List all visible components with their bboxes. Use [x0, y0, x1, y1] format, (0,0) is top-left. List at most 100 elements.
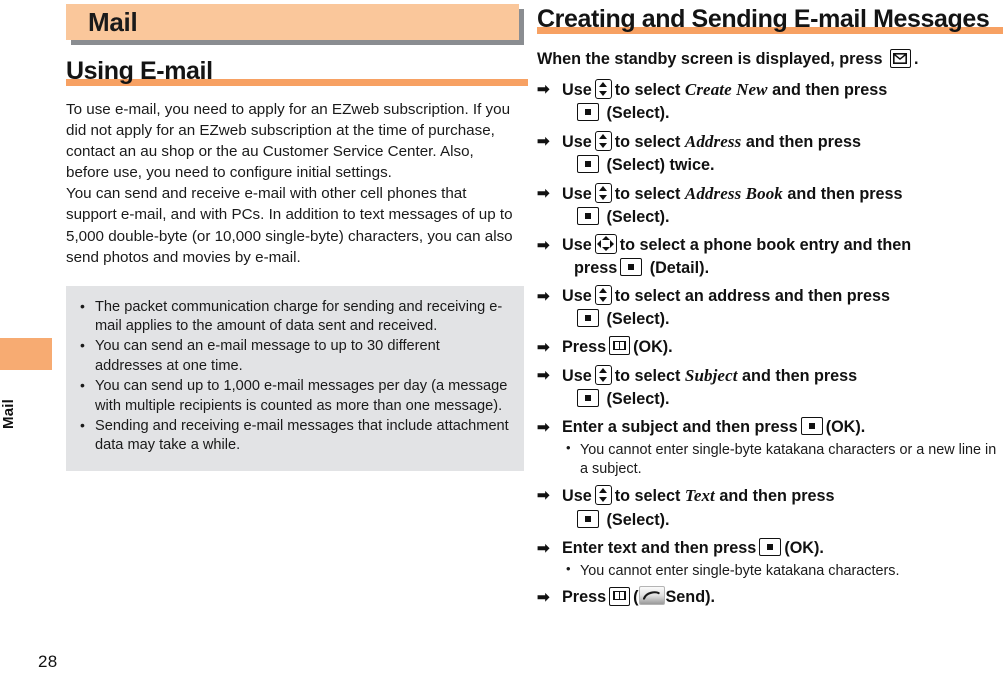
- step-arrow-icon: ➡: [537, 132, 550, 150]
- step-text: Press (OK).: [562, 336, 673, 356]
- step-arrow-icon: ➡: [537, 236, 550, 254]
- step-text-lead: Press: [562, 337, 607, 356]
- step-arrow-icon: ➡: [537, 287, 550, 305]
- step-text: Press ( Send).: [562, 586, 715, 607]
- step-item: ➡ Press ( Send).: [537, 586, 1003, 609]
- note-item: You can send an e-mail message to up to …: [76, 336, 510, 376]
- step-text-tail: and then press: [787, 184, 903, 203]
- ui-menu-label: Address: [684, 131, 742, 151]
- updown-key-icon: [594, 130, 612, 151]
- step-text-lead: Use: [562, 184, 592, 203]
- step-text-mid: to select: [614, 80, 681, 99]
- step-continuation: (Select) twice.: [562, 154, 1003, 177]
- send-softkey-icon: [638, 586, 665, 606]
- step-text-tail: Send).: [665, 588, 715, 607]
- step-item: ➡ Use to select Text and then press (Sele…: [537, 484, 1003, 531]
- step-arrow-icon: ➡: [537, 366, 550, 384]
- step-arrow-icon: ➡: [537, 539, 550, 557]
- step-text-mid: (OK).: [633, 337, 673, 356]
- updown-key-icon: [594, 364, 612, 385]
- step-text: Use to select Subject and then press (Sel…: [562, 364, 1003, 411]
- step-substep-note: You cannot enter single-byte katakana ch…: [537, 561, 1003, 581]
- step-text-tail: and then press: [742, 366, 858, 385]
- step-text: Use to select Address and then press (Sel…: [562, 130, 1003, 177]
- fourway-key-icon: [594, 233, 617, 254]
- ui-menu-label: Address Book: [684, 183, 783, 203]
- step-item: ➡ Use to select Address Book and then pre…: [537, 182, 1003, 229]
- side-index-tab-label: Mail: [0, 399, 17, 429]
- step-text: Enter text and then press (OK).: [562, 537, 824, 557]
- step-text: Use to select Text and then press (Select…: [562, 485, 1003, 532]
- step-text-mid: to select: [614, 132, 681, 151]
- chapter-banner: Mail: [66, 4, 524, 46]
- book-key-icon: [609, 336, 631, 356]
- step-list: ➡ Use to select Create New and then press…: [537, 78, 1003, 610]
- step-text-lead: Press: [562, 588, 607, 607]
- right-section-heading: Creating and Sending E-mail Messages: [537, 6, 1003, 35]
- envelope-key-icon: [889, 48, 911, 68]
- step-text-tail: and then press: [719, 487, 835, 506]
- center-select-key-icon: [577, 509, 599, 528]
- note-item: You can send up to 1,000 e-mail messages…: [76, 376, 510, 416]
- step-arrow-icon: ➡: [537, 589, 550, 607]
- step-substep-note: You cannot enter single-byte katakana ch…: [537, 440, 1003, 478]
- step-text-lead: Use: [562, 286, 592, 305]
- center-select-key-icon: [620, 257, 643, 276]
- step-item: ➡ Use to select Subject and then press (S…: [537, 364, 1003, 411]
- note-box: The packet communication charge for send…: [66, 285, 524, 471]
- chapter-title: Mail: [88, 6, 138, 37]
- step-text-mid: (: [633, 588, 639, 607]
- note-item: Sending and receiving e-mail messages th…: [76, 416, 510, 456]
- step-continuation: (Select).: [562, 206, 1003, 229]
- page-number: 28: [38, 652, 58, 671]
- step-text: Use to select Address Book and then press…: [562, 182, 1003, 229]
- left-section-heading: Using E-mail: [66, 58, 528, 87]
- ui-menu-label: Text: [684, 486, 715, 506]
- step-text-action: (Select).: [606, 309, 670, 328]
- step-text-lead: Use: [562, 487, 592, 506]
- intro-instruction: When the standby screen is displayed, pr…: [537, 47, 1003, 71]
- step-continuation: (Select).: [562, 308, 1003, 331]
- left-column: Mail Using E-mail To use e-mail, you nee…: [66, 0, 528, 471]
- step-text-mid: to select: [614, 366, 681, 385]
- step-text-action: (Select).: [606, 103, 670, 122]
- step-item: ➡ Enter text and then press (OK).: [537, 537, 1003, 560]
- chapter-banner-block: Mail: [66, 4, 519, 40]
- step-text-lead: Use: [562, 366, 592, 385]
- step-text: Use to select Create New and then press (…: [562, 78, 1003, 125]
- step-continuation: (Select).: [562, 509, 1003, 532]
- step-text: Use to select a phone book entry and then…: [562, 233, 1003, 280]
- step-text: Use to select an address and then press (…: [562, 284, 1003, 331]
- step-text-tail: and then press: [772, 80, 888, 99]
- updown-key-icon: [594, 284, 612, 305]
- book-key-icon: [609, 586, 631, 606]
- step-text-lead: Use: [562, 80, 592, 99]
- ui-menu-label: Create New: [684, 79, 768, 99]
- updown-key-icon: [594, 78, 612, 99]
- step-item: ➡ Press (OK).: [537, 336, 1003, 359]
- step-text-mid: (OK).: [784, 538, 824, 557]
- step-text-lead: Use: [562, 235, 592, 254]
- note-item: The packet communication charge for send…: [76, 297, 510, 337]
- center-select-key-icon: [759, 537, 782, 556]
- body-paragraph-2: You can send and receive e-mail with oth…: [66, 185, 513, 266]
- step-text-mid: to select a phone book entry and then: [619, 235, 912, 254]
- step-arrow-icon: ➡: [537, 338, 550, 356]
- body-paragraph-1: To use e-mail, you need to apply for an …: [66, 101, 511, 182]
- step-item: ➡ Use to select Create New and then press…: [537, 78, 1003, 125]
- step-text-mid: to select an address and then press: [614, 286, 890, 305]
- step-item: ➡ Use to select a phone book entry and th…: [537, 233, 1003, 280]
- step-text-lead: Enter a subject and then press: [562, 418, 798, 437]
- step-text-tail: and then press: [745, 132, 861, 151]
- step-text-lead: Use: [562, 132, 592, 151]
- step-arrow-icon: ➡: [537, 184, 550, 202]
- intro-text-after: .: [913, 50, 919, 69]
- step-continuation: press (Detail).: [562, 257, 1003, 280]
- step-text-mid: to select: [614, 184, 681, 203]
- step-text-mid: to select: [614, 487, 681, 506]
- step-arrow-icon: ➡: [537, 80, 550, 98]
- ui-menu-label: Subject: [684, 365, 738, 385]
- step-text-mid: (OK).: [825, 418, 866, 437]
- intro-text-before: When the standby screen is displayed, pr…: [537, 50, 883, 69]
- step-arrow-icon: ➡: [537, 487, 550, 505]
